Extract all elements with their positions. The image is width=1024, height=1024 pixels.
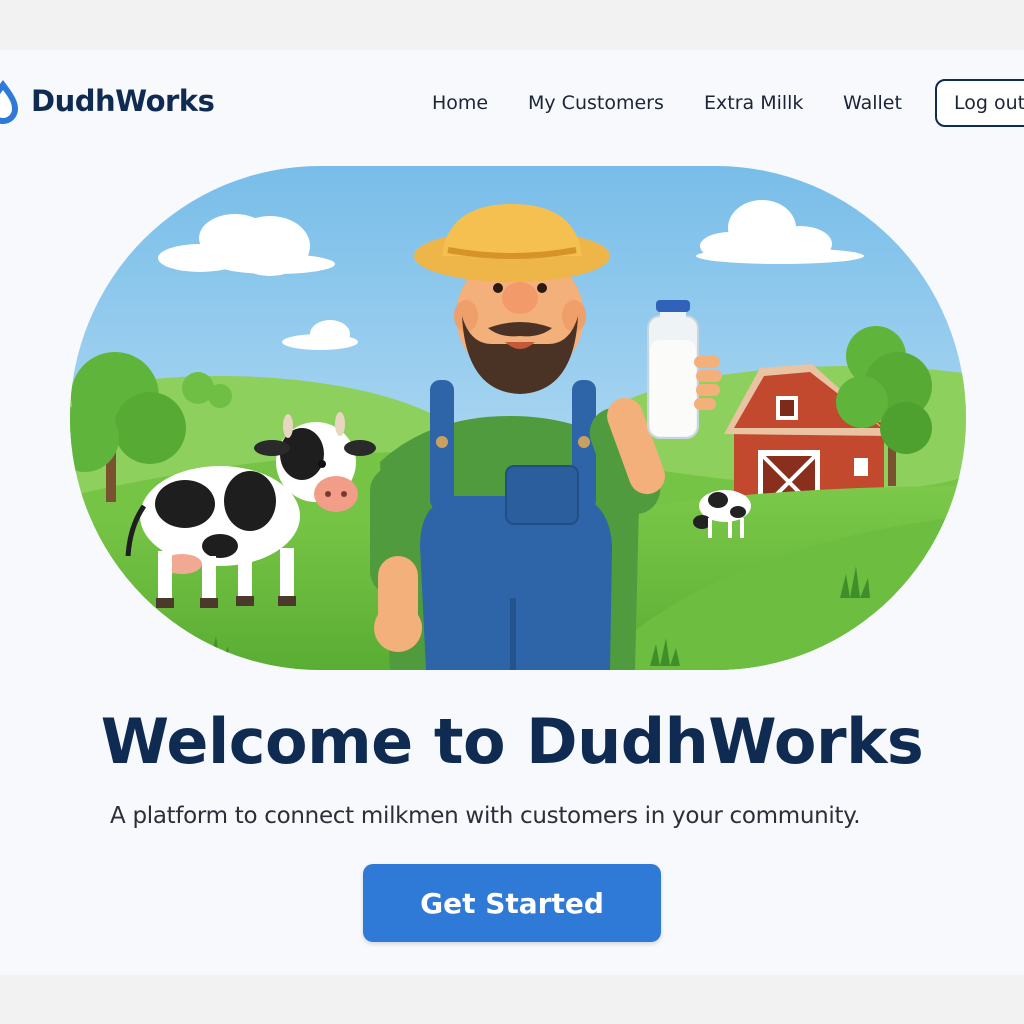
brand-name[interactable]: DudhWorks	[31, 84, 215, 118]
get-started-button[interactable]: Get Started	[363, 864, 661, 942]
nav-home[interactable]: Home	[432, 92, 488, 114]
page-subtitle: A platform to connect milkmen with custo…	[110, 803, 861, 829]
page-title: Welcome to DudhWorks	[100, 705, 924, 778]
hero-illustration	[70, 166, 966, 670]
milk-drop-logo-icon[interactable]	[0, 78, 20, 128]
nav-my-customers[interactable]: My Customers	[528, 92, 664, 114]
milk-bottle	[647, 300, 699, 439]
nav-extra-milk[interactable]: Extra Millk	[704, 92, 803, 114]
logout-button[interactable]: Log out	[935, 79, 1024, 127]
nav-wallet[interactable]: Wallet	[843, 92, 902, 114]
